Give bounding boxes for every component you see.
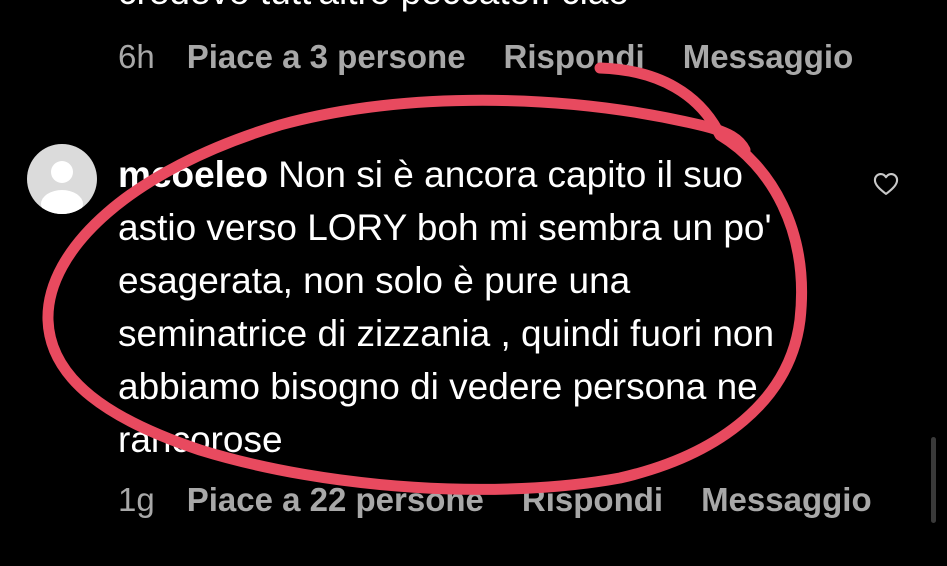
reply-button[interactable]: Rispondi: [504, 38, 645, 76]
comment-username[interactable]: mcoeleo: [118, 154, 268, 195]
previous-comment-actions: 6h Piace a 3 persone Rispondi Messaggio: [118, 35, 853, 79]
message-button[interactable]: Messaggio: [701, 481, 872, 519]
previous-comment-text: credevo tutt'altro peccato.. ciao: [118, 0, 629, 14]
comment-age: 6h: [118, 38, 155, 75]
avatar[interactable]: [27, 144, 97, 214]
likes-count-button[interactable]: Piace a 22 persone: [187, 481, 484, 519]
default-avatar-icon: [41, 161, 83, 214]
scrollbar[interactable]: [931, 437, 936, 523]
likes-count-button[interactable]: Piace a 3 persone: [187, 38, 466, 76]
comment-actions: 1g Piace a 22 persone Rispondi Messaggio: [118, 478, 872, 522]
comment-body: mcoeleo Non si è ancora capito il suo ast…: [118, 148, 818, 466]
heart-icon[interactable]: [872, 170, 900, 198]
comment-age: 1g: [118, 481, 155, 518]
comment-text: Non si è ancora capito il suo astio vers…: [118, 154, 775, 460]
reply-button[interactable]: Rispondi: [522, 481, 663, 519]
message-button[interactable]: Messaggio: [683, 38, 854, 76]
